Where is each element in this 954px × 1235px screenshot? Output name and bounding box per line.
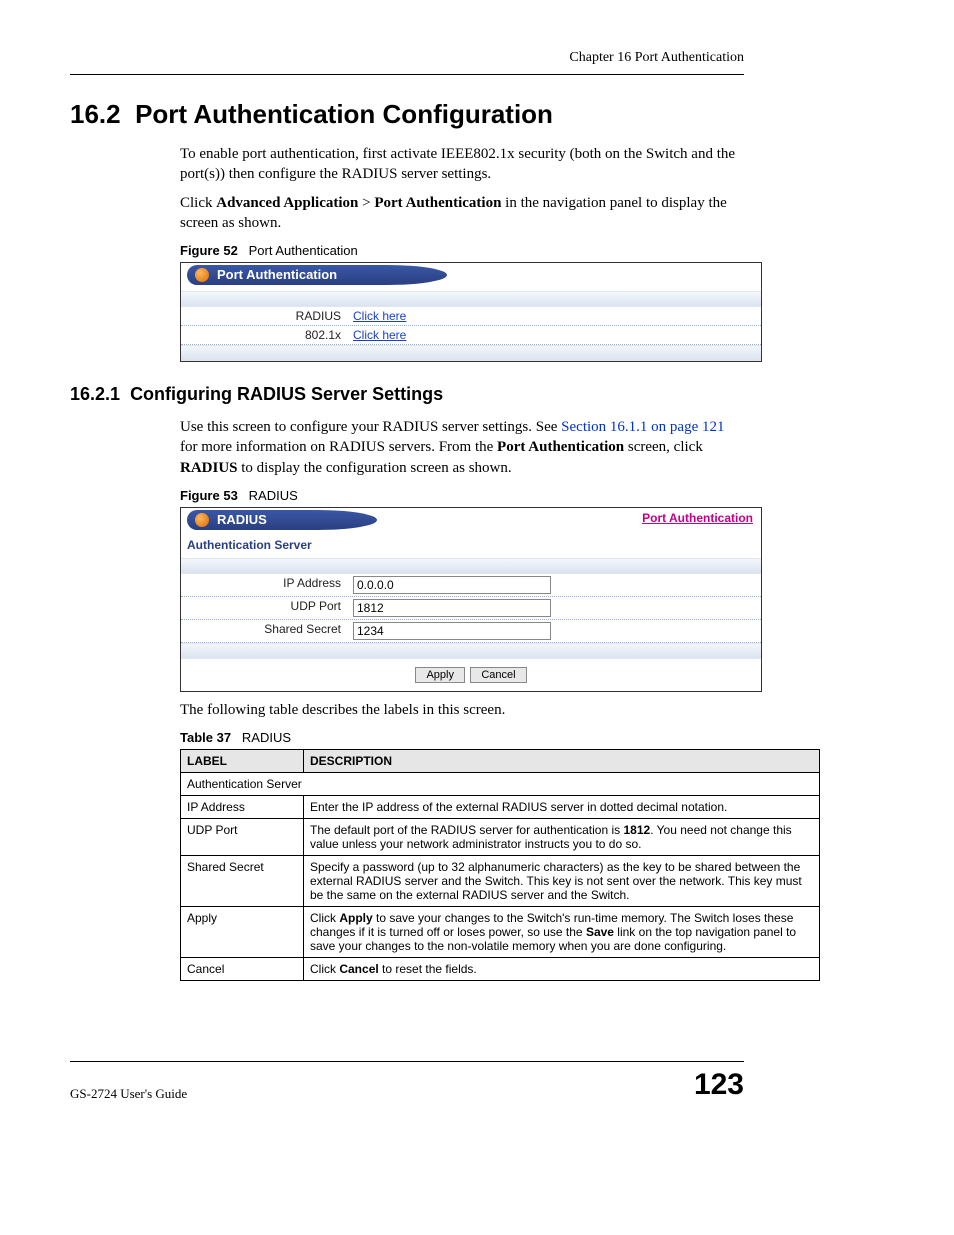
tab-bar: Port Authentication	[181, 263, 761, 287]
cancel-button[interactable]: Cancel	[470, 667, 526, 683]
text: screen, click	[624, 439, 703, 455]
tab-dot-icon	[195, 513, 209, 527]
section-16-2-1-heading: 16.2.1 Configuring RADIUS Server Setting…	[70, 384, 744, 405]
section-number: 16.2	[70, 99, 121, 129]
gradient-row	[181, 291, 761, 307]
subsection-title: Configuring RADIUS Server Settings	[130, 384, 443, 404]
row-radius: RADIUS Click here	[181, 307, 761, 326]
text: >	[358, 195, 374, 211]
text: Click	[310, 962, 339, 976]
udp-port-input[interactable]	[353, 599, 551, 617]
tab-shape: Port Authentication	[187, 265, 447, 285]
figure-53-screenshot: RADIUS Port Authentication Authenticatio…	[180, 507, 762, 692]
table-row: Apply Click Apply to save your changes t…	[181, 907, 820, 958]
gradient-row	[181, 345, 761, 361]
td-desc: Click Cancel to reset the fields.	[304, 958, 820, 981]
xref-link[interactable]: Section 16.1.1 on page 121	[561, 419, 724, 435]
table-row-span: Authentication Server	[181, 773, 820, 796]
row-label: 802.1x	[181, 328, 353, 342]
text: Click	[310, 911, 339, 925]
sec162-p2: Click Advanced Application > Port Authen…	[180, 193, 744, 234]
td-label: UDP Port	[181, 819, 304, 856]
table-row: UDP Port The default port of the RADIUS …	[181, 819, 820, 856]
row-label: Shared Secret	[181, 622, 353, 640]
bold-text: Apply	[339, 911, 372, 925]
click-here-link[interactable]: Click here	[353, 309, 406, 323]
page-number: 123	[694, 1068, 744, 1102]
td-label: IP Address	[181, 796, 304, 819]
td-desc: Enter the IP address of the external RAD…	[304, 796, 820, 819]
gradient-row	[181, 558, 761, 574]
sec162-p1: To enable port authentication, first act…	[180, 144, 744, 185]
row-label: UDP Port	[181, 599, 353, 617]
th-description: DESCRIPTION	[304, 750, 820, 773]
table-37: LABEL DESCRIPTION Authentication Server …	[180, 749, 820, 981]
table-37-caption: Table 37 RADIUS	[180, 730, 744, 745]
authentication-server-subheader: Authentication Server	[181, 536, 761, 558]
button-row: Apply Cancel	[181, 659, 761, 691]
tab-bar: RADIUS Port Authentication	[181, 508, 761, 532]
td-label: Shared Secret	[181, 856, 304, 907]
row-udp-port: UDP Port	[181, 597, 761, 620]
page-footer: GS-2724 User's Guide 123	[70, 1061, 744, 1102]
figure-53-caption: Figure 53 RADIUS	[180, 488, 744, 503]
gradient-row	[181, 643, 761, 659]
apply-button[interactable]: Apply	[415, 667, 465, 683]
click-here-link[interactable]: Click here	[353, 328, 406, 342]
td-span: Authentication Server	[181, 773, 820, 796]
figure-label: Figure 53	[180, 488, 238, 503]
shared-secret-input[interactable]	[353, 622, 551, 640]
td-label: Apply	[181, 907, 304, 958]
bold-text: Port Authentication	[374, 195, 501, 211]
td-desc: Specify a password (up to 32 alphanumeri…	[304, 856, 820, 907]
text: to reset the fields.	[379, 962, 477, 976]
text: for more information on RADIUS servers. …	[180, 439, 497, 455]
port-authentication-link[interactable]: Port Authentication	[642, 511, 753, 525]
row-8021x: 802.1x Click here	[181, 326, 761, 345]
figure-label: Figure 52	[180, 243, 238, 258]
sec1621-p1: Use this screen to configure your RADIUS…	[180, 417, 744, 478]
figure-title: RADIUS	[249, 488, 298, 503]
row-label: IP Address	[181, 576, 353, 594]
chapter-header: Chapter 16 Port Authentication	[70, 50, 744, 66]
td-label: Cancel	[181, 958, 304, 981]
table-row: IP Address Enter the IP address of the e…	[181, 796, 820, 819]
ip-address-input[interactable]	[353, 576, 551, 594]
bold-text: Save	[586, 925, 614, 939]
bold-text: Port Authentication	[497, 439, 624, 455]
figure-52-caption: Figure 52 Port Authentication	[180, 243, 744, 258]
guide-name: GS-2724 User's Guide	[70, 1086, 187, 1102]
table-row: Cancel Click Cancel to reset the fields.	[181, 958, 820, 981]
bold-text: 1812	[624, 823, 651, 837]
bold-text: RADIUS	[180, 460, 238, 476]
text: Use this screen to configure your RADIUS…	[180, 419, 561, 435]
td-desc: The default port of the RADIUS server fo…	[304, 819, 820, 856]
row-shared-secret: Shared Secret	[181, 620, 761, 643]
table-header-row: LABEL DESCRIPTION	[181, 750, 820, 773]
table-label: Table 37	[180, 730, 231, 745]
tab-title: RADIUS	[217, 512, 267, 527]
th-label: LABEL	[181, 750, 304, 773]
header-rule	[70, 74, 744, 75]
tab-dot-icon	[195, 268, 209, 282]
figure-52-screenshot: Port Authentication RADIUS Click here 80…	[180, 262, 762, 362]
row-ip-address: IP Address	[181, 574, 761, 597]
table-title: RADIUS	[242, 730, 291, 745]
text: to display the configuration screen as s…	[238, 460, 512, 476]
bold-text: Advanced Application	[216, 195, 358, 211]
text: The default port of the RADIUS server fo…	[310, 823, 624, 837]
tab-title: Port Authentication	[217, 267, 337, 282]
figure-title: Port Authentication	[249, 243, 358, 258]
section-16-2-heading: 16.2 Port Authentication Configuration	[70, 99, 744, 130]
row-label: RADIUS	[181, 309, 353, 323]
text: Click	[180, 195, 216, 211]
subsection-number: 16.2.1	[70, 384, 120, 404]
table-row: Shared Secret Specify a password (up to …	[181, 856, 820, 907]
table-intro: The following table describes the labels…	[180, 700, 744, 720]
bold-text: Cancel	[339, 962, 378, 976]
td-desc: Click Apply to save your changes to the …	[304, 907, 820, 958]
section-title: Port Authentication Configuration	[135, 99, 553, 129]
tab-shape: RADIUS	[187, 510, 377, 530]
